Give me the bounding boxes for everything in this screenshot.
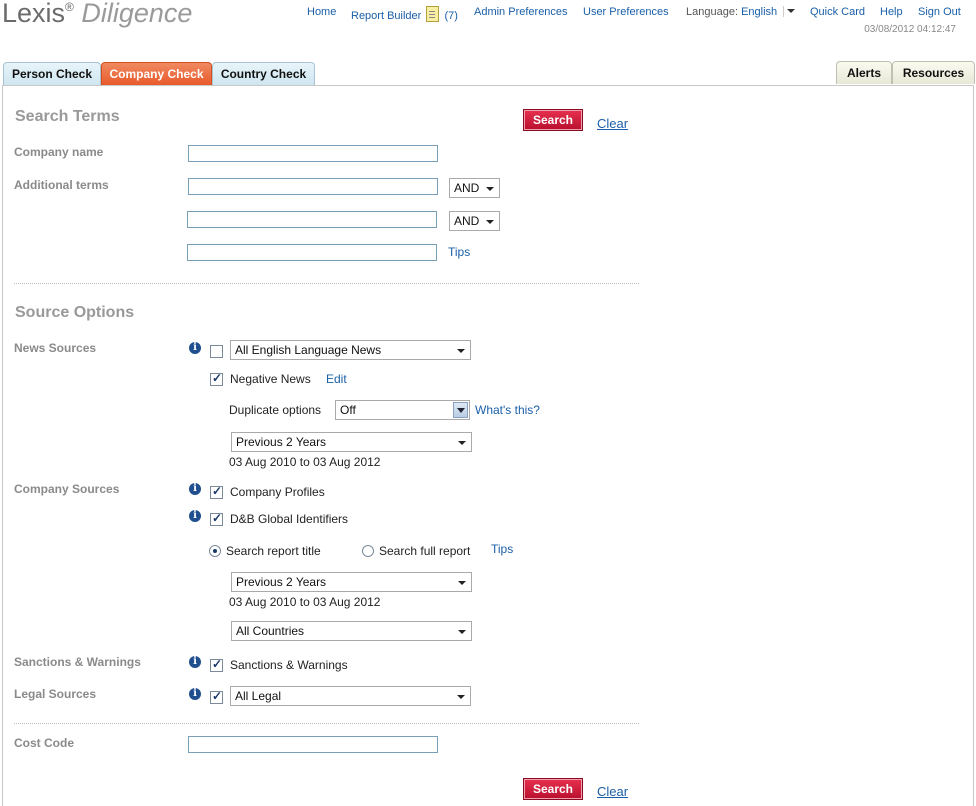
clear-link-top[interactable]: Clear [597, 116, 628, 131]
search-terms-title: Search Terms [15, 108, 120, 125]
search-full-report-radio[interactable] [362, 545, 374, 557]
language-label: Language: [686, 6, 738, 18]
company-sources-label: Company Sources [14, 482, 120, 496]
additional-term-input-1[interactable] [188, 178, 438, 195]
divider [14, 283, 639, 284]
logo-lexis: Lexis [2, 0, 66, 28]
country-select[interactable]: All Countries [231, 621, 472, 641]
legal-select-value: All Legal [235, 689, 282, 703]
nav-sign-out[interactable]: Sign Out [918, 6, 961, 18]
chevron-down-icon [458, 630, 466, 634]
language-chevron-down-icon [787, 9, 796, 13]
tips-link-company[interactable]: Tips [491, 542, 513, 556]
logo-reg-mark: ® [65, 0, 74, 14]
lexis-diligence-logo: Lexis® Diligence [2, 0, 192, 29]
chevron-down-icon [457, 695, 465, 699]
search-report-title-label: Search report title [226, 544, 321, 558]
duplicate-options-value: Off [340, 403, 356, 417]
source-options-title: Source Options [15, 304, 135, 321]
news-date-range-value: Previous 2 Years [236, 435, 327, 449]
search-report-title-radio[interactable] [209, 545, 221, 557]
company-profiles-label: Company Profiles [230, 485, 325, 499]
sanctions-label: Sanctions & Warnings [14, 655, 141, 669]
chevron-down-icon [486, 220, 494, 224]
language-selector[interactable]: Language: English [686, 6, 796, 18]
nav-report-builder-label: Report Builder [351, 10, 422, 22]
info-icon[interactable]: i [189, 342, 201, 354]
sanctions-checkbox-label: Sanctions & Warnings [230, 658, 348, 672]
nav-admin-preferences[interactable]: Admin Preferences [474, 6, 568, 18]
news-source-select-value: All English Language News [235, 343, 382, 357]
company-date-text: 03 Aug 2010 to 03 Aug 2012 [229, 595, 381, 609]
news-sources-checkbox[interactable] [210, 345, 223, 358]
report-document-icon [426, 6, 440, 22]
nav-user-preferences[interactable]: User Preferences [583, 6, 669, 18]
duplicate-options-select[interactable]: Off [335, 400, 470, 420]
language-value: English [741, 6, 778, 18]
operator-select-1-value: AND [454, 181, 480, 195]
company-profiles-checkbox[interactable] [210, 484, 223, 499]
news-date-range-select[interactable]: Previous 2 Years [231, 432, 472, 452]
legal-select[interactable]: All Legal [230, 686, 471, 706]
operator-select-2-value: AND [454, 214, 480, 228]
search-button-bottom[interactable]: Search [523, 778, 583, 800]
cost-code-input[interactable] [188, 736, 438, 753]
news-source-select[interactable]: All English Language News [230, 340, 471, 360]
search-button-top[interactable]: Search [523, 109, 583, 131]
duplicate-options-label: Duplicate options [229, 403, 322, 417]
negative-news-checkbox[interactable] [210, 371, 223, 386]
dnb-label: D&B Global Identifiers [230, 512, 349, 526]
nav-help[interactable]: Help [880, 6, 903, 18]
tips-link-terms[interactable]: Tips [448, 245, 470, 259]
tab-country-check[interactable]: Country Check [212, 62, 315, 85]
info-icon[interactable]: i [189, 510, 201, 522]
company-name-label: Company name [14, 145, 104, 159]
sanctions-checkbox[interactable] [210, 657, 223, 672]
chevron-down-icon [486, 187, 494, 191]
legal-checkbox[interactable] [210, 689, 223, 704]
tab-company-check[interactable]: Company Check [101, 62, 212, 85]
nav-report-builder[interactable]: Report Builder (7) [351, 6, 458, 22]
news-sources-label: News Sources [14, 341, 97, 355]
info-icon[interactable]: i [189, 688, 201, 700]
country-select-value: All Countries [236, 624, 305, 638]
company-name-input[interactable] [188, 145, 438, 162]
nav-home[interactable]: Home [307, 6, 336, 18]
chevron-down-icon [458, 581, 466, 585]
additional-terms-label: Additional terms [14, 178, 109, 192]
additional-term-input-3[interactable] [187, 244, 437, 261]
tab-alerts[interactable]: Alerts [836, 61, 892, 84]
clear-link-bottom[interactable]: Clear [597, 784, 628, 799]
search-full-report-label: Search full report [379, 544, 471, 558]
negative-news-edit-link[interactable]: Edit [326, 372, 347, 386]
chevron-down-icon [453, 402, 468, 418]
chevron-down-icon [457, 349, 465, 353]
negative-news-label: Negative News [230, 372, 311, 386]
info-icon[interactable]: i [189, 656, 201, 668]
legal-sources-label: Legal Sources [14, 687, 97, 701]
news-date-text: 03 Aug 2010 to 03 Aug 2012 [229, 455, 381, 469]
logo-diligence: Diligence [81, 0, 193, 28]
company-date-range-select[interactable]: Previous 2 Years [231, 572, 472, 592]
operator-select-1[interactable]: AND [449, 178, 500, 198]
tab-person-check[interactable]: Person Check [3, 62, 101, 85]
chevron-down-icon [458, 441, 466, 445]
operator-select-2[interactable]: AND [449, 211, 500, 231]
additional-term-input-2[interactable] [187, 211, 437, 228]
report-count: (7) [444, 10, 458, 22]
nav-quick-card[interactable]: Quick Card [810, 6, 865, 18]
dnb-checkbox[interactable] [210, 511, 223, 526]
company-date-range-value: Previous 2 Years [236, 575, 327, 589]
tab-resources[interactable]: Resources [892, 61, 975, 84]
info-icon[interactable]: i [189, 483, 201, 495]
cost-code-label: Cost Code [14, 736, 74, 750]
divider [14, 723, 639, 724]
whats-this-link[interactable]: What's this? [475, 403, 540, 417]
timestamp: 03/08/2012 04:12:47 [864, 24, 956, 35]
